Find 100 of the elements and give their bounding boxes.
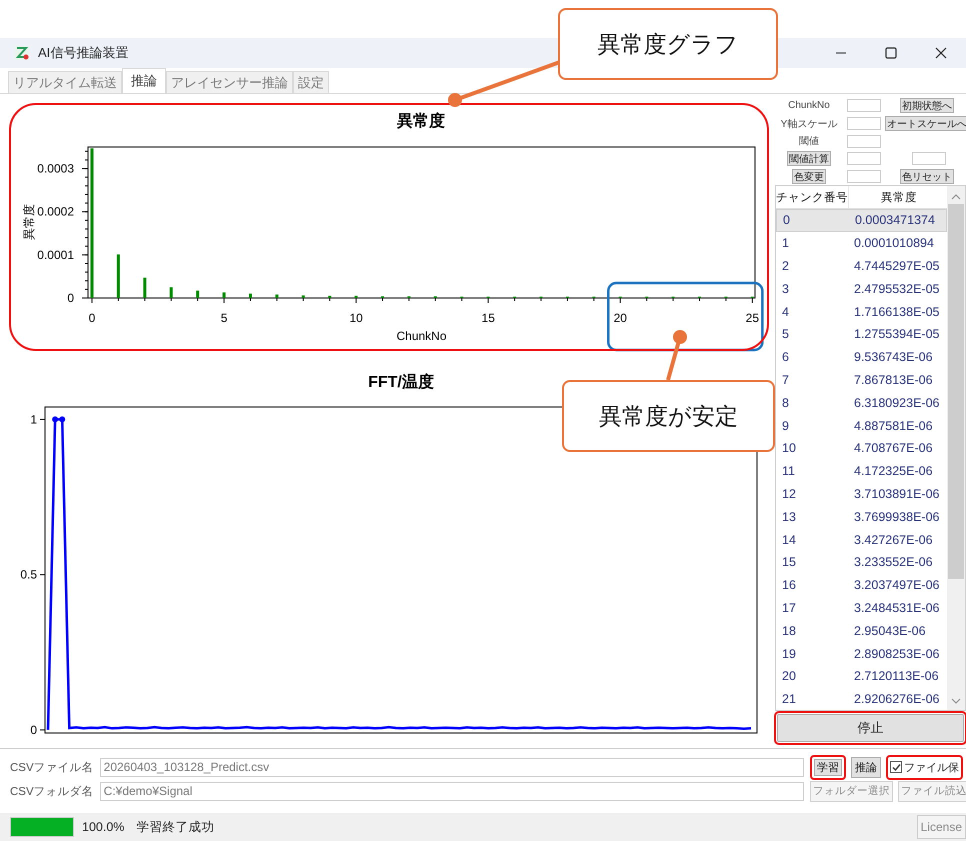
table-row[interactable]: 14 3.427267E-06 xyxy=(776,528,947,551)
table-row[interactable]: 19 2.8908253E-06 xyxy=(776,642,947,665)
table-row[interactable]: 18 2.95043E-06 xyxy=(776,619,947,642)
tick-label: 15 xyxy=(482,311,495,325)
table-row[interactable]: 17 3.2484531E-06 xyxy=(776,596,947,620)
table-row[interactable]: 8 6.3180923E-06 xyxy=(776,391,947,414)
tick-label: 20 xyxy=(614,311,627,325)
checkbox[interactable]: ファイル保 xyxy=(886,754,963,780)
chart-title: 異常度 xyxy=(397,113,445,130)
stem-bar xyxy=(302,295,305,298)
tab[interactable]: リアルタイム転送 xyxy=(8,71,122,93)
table-row[interactable]: 13 3.7699938E-06 xyxy=(776,505,947,528)
tab[interactable]: 設定 xyxy=(293,71,329,93)
panel-button[interactable]: 閾値計算 xyxy=(787,151,831,166)
tick-label: 1 xyxy=(30,412,37,426)
stem-bar xyxy=(566,296,569,298)
table-row[interactable]: 7 7.867813E-06 xyxy=(776,368,947,392)
panel-button[interactable]: 色変更 xyxy=(792,169,826,184)
stem-bar xyxy=(460,296,464,298)
stem-bar xyxy=(170,287,173,298)
tick-label: 0.5 xyxy=(20,568,37,582)
field-label: Y軸スケール xyxy=(780,118,838,130)
field-label: 閾値 xyxy=(798,135,820,148)
stem-bar xyxy=(698,296,702,298)
leader-line xyxy=(666,330,687,381)
input-field[interactable]: 20260403_103128_Predict.csv xyxy=(100,758,804,776)
input-field[interactable] xyxy=(847,117,881,130)
table-row[interactable]: 20 2.7120113E-06 xyxy=(776,664,947,688)
field-label: CSVファイル名 xyxy=(10,760,94,774)
axis-label: 異常度 xyxy=(22,204,36,240)
table-row[interactable]: 3 2.4795532E-05 xyxy=(776,277,947,300)
table-row[interactable]: 6 9.536743E-06 xyxy=(776,346,947,369)
input-field[interactable] xyxy=(847,152,881,165)
scroll-down-icon[interactable] xyxy=(951,696,961,706)
stop-button[interactable]: 停止 xyxy=(777,714,964,742)
stem-bar xyxy=(618,296,622,298)
input-field[interactable] xyxy=(912,152,946,165)
input-field[interactable] xyxy=(847,134,881,148)
stem-bar xyxy=(381,296,384,298)
stem-bar xyxy=(750,296,754,298)
tick-label: 0 xyxy=(67,291,74,305)
panel-button[interactable]: 色リセット xyxy=(900,169,954,184)
table-row[interactable]: 1 0.0001010894 xyxy=(776,232,947,255)
callout-box: 異常度グラフ xyxy=(558,8,778,80)
table-row[interactable]: 9 4.887581E-06 xyxy=(776,414,947,437)
stem-bar xyxy=(407,296,410,298)
stem-bar xyxy=(248,294,252,298)
tab[interactable]: 推論 xyxy=(122,68,166,93)
tick-label: 5 xyxy=(220,311,228,325)
stem-bar xyxy=(592,296,596,298)
panel-button[interactable]: 初期状態へ xyxy=(900,98,954,113)
status-message: 学習終了成功 xyxy=(136,818,214,836)
table-row[interactable]: 16 3.2037497E-06 xyxy=(776,574,947,597)
scrollbar[interactable] xyxy=(947,186,965,710)
scroll-up-icon[interactable] xyxy=(951,192,961,202)
checkbox-label: ファイル保 xyxy=(904,760,959,774)
stem-bar xyxy=(222,292,226,298)
stem-bar xyxy=(116,254,120,298)
stem-bar xyxy=(540,296,543,298)
stem-bar xyxy=(513,296,516,298)
table-row[interactable]: 11 4.172325E-06 xyxy=(776,460,947,483)
maximize-icon[interactable] xyxy=(885,47,897,59)
table-row[interactable]: 21 2.9206276E-06 xyxy=(776,688,947,710)
app-icon xyxy=(14,45,30,61)
table-row[interactable]: 4 1.7166138E-05 xyxy=(776,300,947,323)
field-label: ChunkNo xyxy=(787,100,831,111)
field-label: CSVフォルダ名 xyxy=(10,784,94,798)
table-row[interactable]: 15 3.233552E-06 xyxy=(776,550,947,574)
tick-label: 25 xyxy=(746,311,760,325)
stem-bar xyxy=(486,296,490,298)
column-header[interactable]: チャンク番号 xyxy=(776,186,849,208)
table-row[interactable]: 5 1.2755394E-05 xyxy=(776,322,947,346)
stem-bar xyxy=(196,290,200,298)
input-field[interactable] xyxy=(847,99,881,112)
table-row[interactable]: 2 4.7445297E-05 xyxy=(776,254,947,278)
action-button[interactable]: 学習 xyxy=(810,754,846,780)
checkbox-box[interactable] xyxy=(890,761,902,773)
stem-bar xyxy=(275,294,278,298)
tick-label: 0 xyxy=(88,311,96,325)
stem-bar xyxy=(328,296,332,298)
tick-label: 0.0001 xyxy=(37,248,74,262)
tick-label: 0 xyxy=(30,722,37,737)
axis-label: ChunkNo xyxy=(396,329,447,343)
close-icon[interactable] xyxy=(935,47,947,59)
input-field[interactable]: C:¥demo¥Signal xyxy=(100,782,804,800)
stem-bar xyxy=(645,296,648,298)
tick-label: 0.0002 xyxy=(37,204,74,219)
tick-label: 0.0003 xyxy=(37,162,74,176)
action-button[interactable]: 推論 xyxy=(851,756,881,778)
input-field[interactable] xyxy=(847,170,881,183)
stem-bar xyxy=(724,296,728,298)
stem-bar xyxy=(143,278,146,298)
table-row[interactable]: 10 4.708767E-06 xyxy=(776,436,947,460)
callout-box: 異常度が安定 xyxy=(562,380,775,452)
stem-bar xyxy=(434,296,437,298)
scroll-thumb[interactable] xyxy=(948,204,964,579)
table-row[interactable]: 0 0.0003471374 xyxy=(776,209,947,232)
window-title: AI信号推論装置 xyxy=(38,44,128,62)
tab[interactable]: アレイセンサー推論 xyxy=(166,71,293,93)
table-row[interactable]: 12 3.7103891E-06 xyxy=(776,482,947,506)
